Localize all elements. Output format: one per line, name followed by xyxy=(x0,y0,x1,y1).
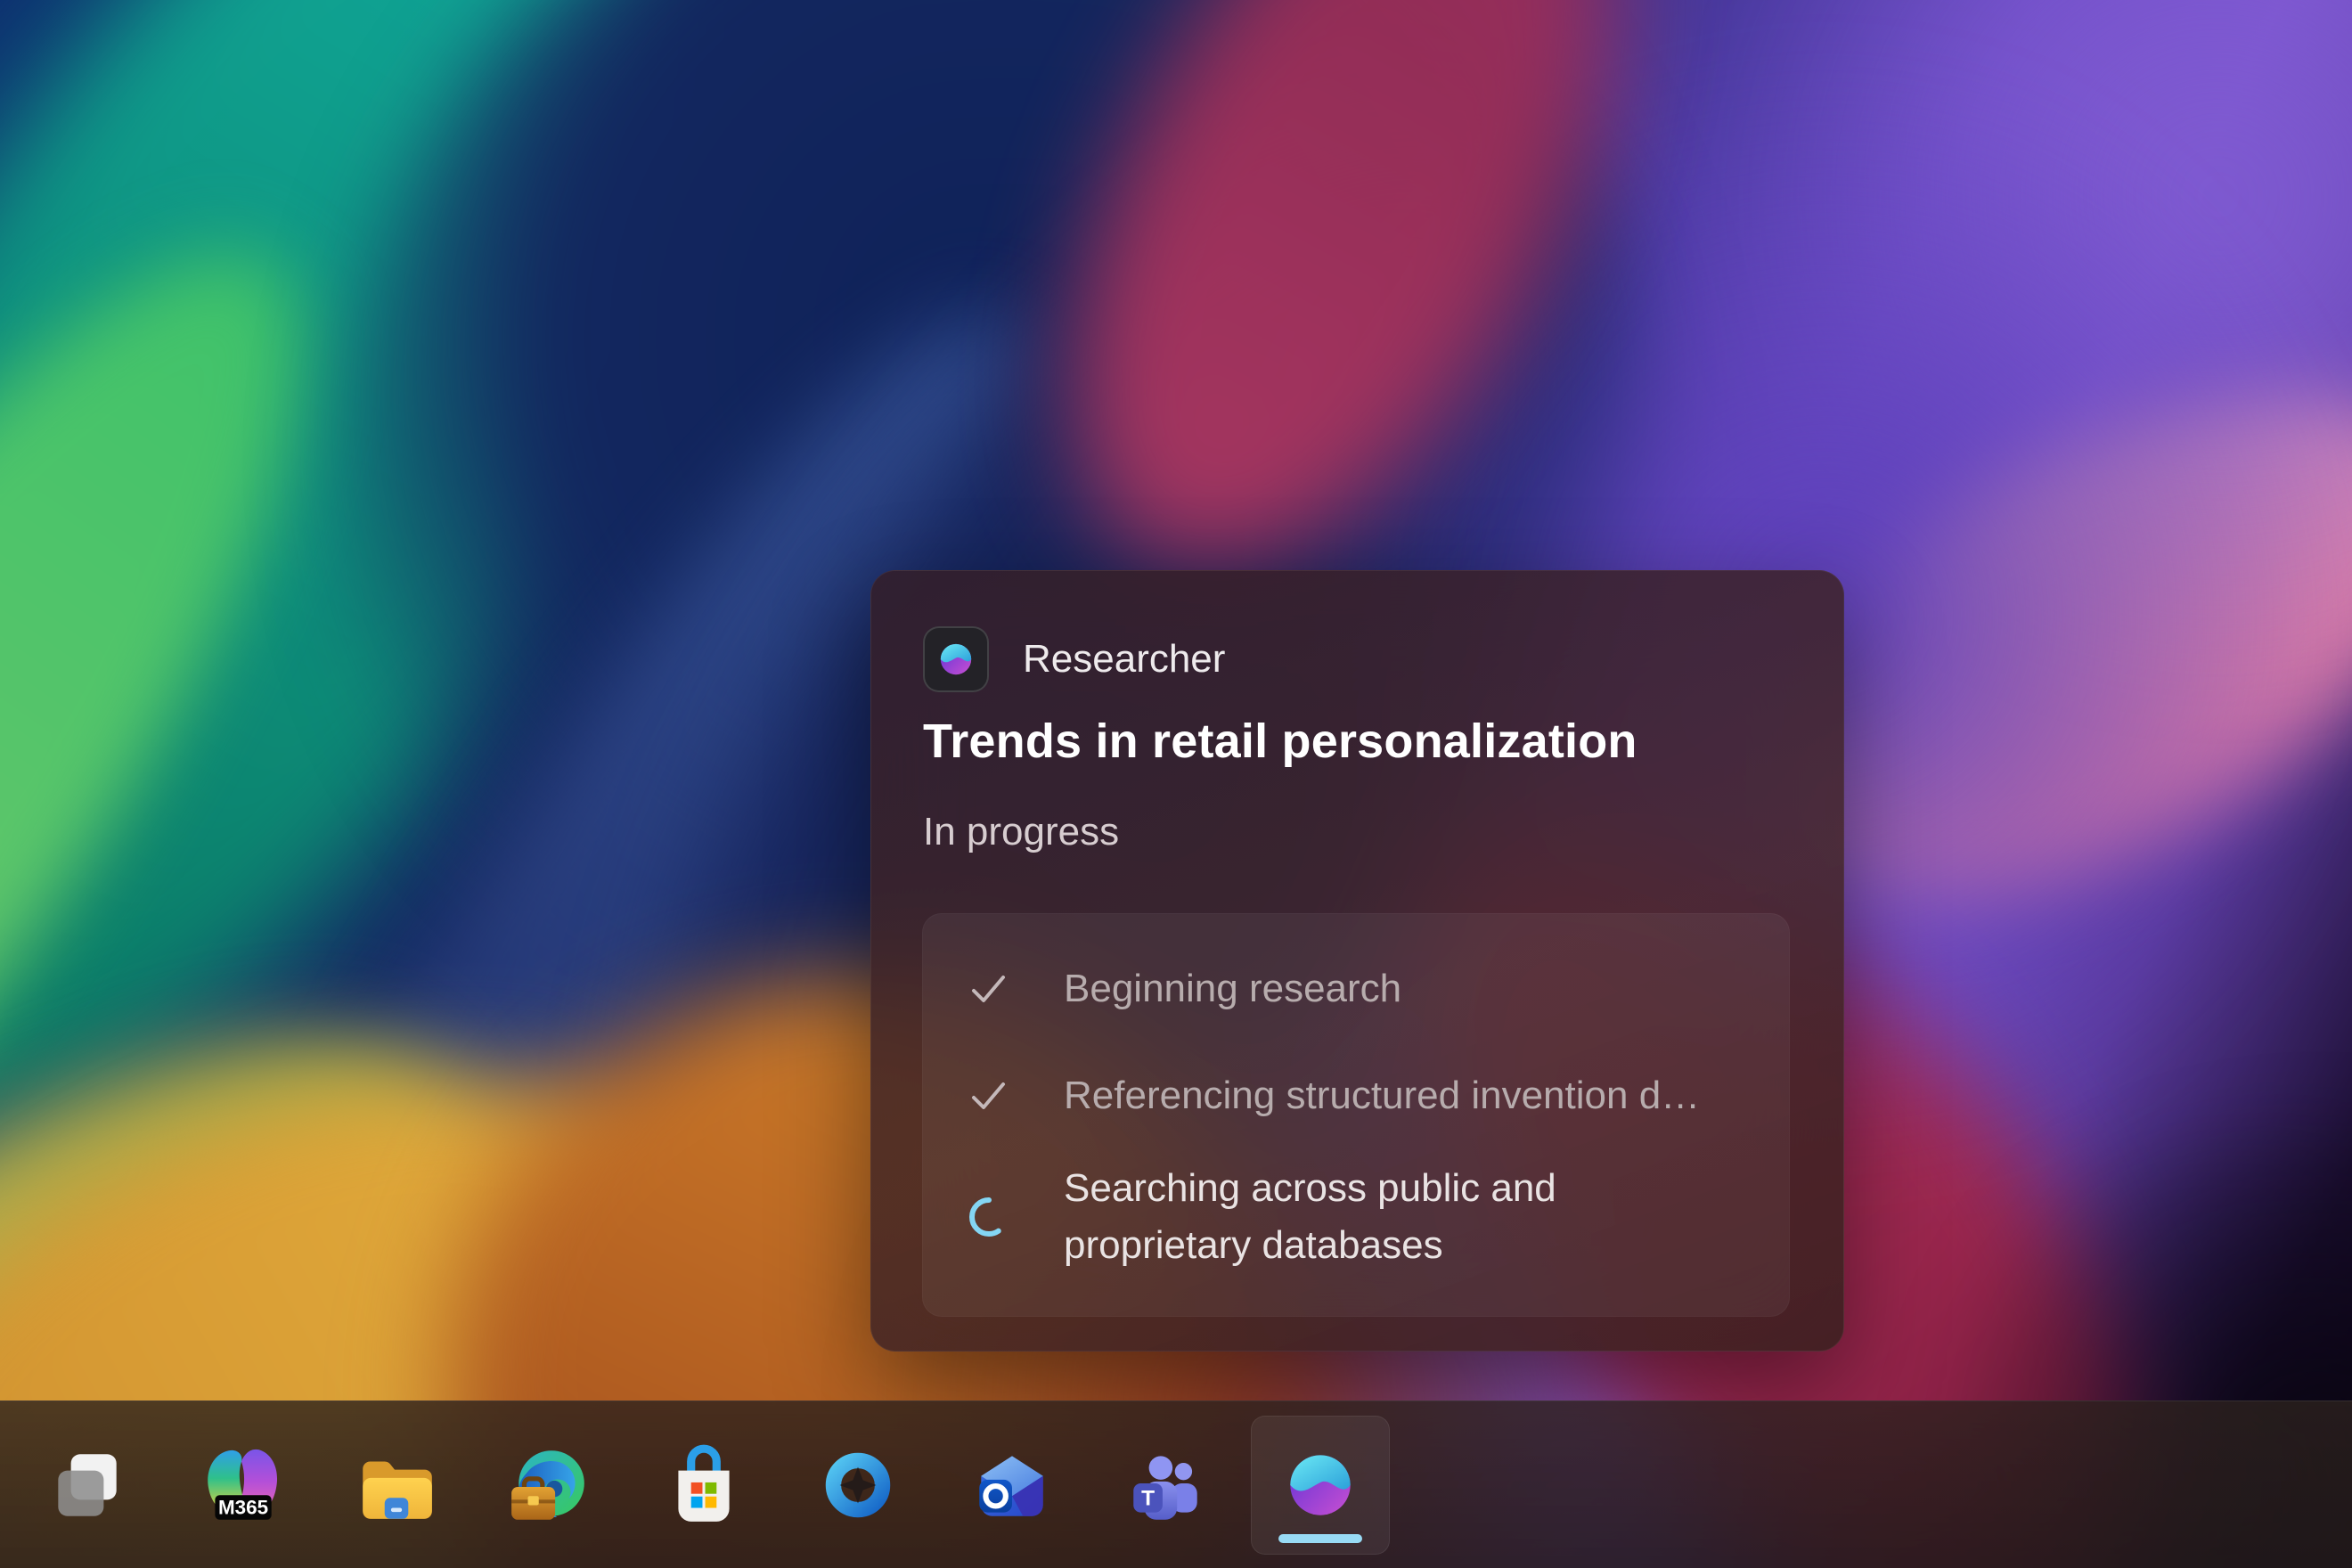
taskbar-edge-button[interactable] xyxy=(480,1416,619,1555)
progress-steps-panel: Beginning research Referencing structure… xyxy=(922,913,1790,1317)
researcher-app-icon xyxy=(923,626,989,692)
taskbar-researcher-button[interactable] xyxy=(1251,1416,1390,1555)
step-label: Referencing structured invention d… xyxy=(1064,1067,1700,1124)
taskbar-microsoft-store-button[interactable] xyxy=(634,1416,773,1555)
active-app-indicator xyxy=(1278,1534,1362,1543)
step-row: Searching across public and proprietary … xyxy=(966,1156,1750,1278)
check-icon xyxy=(966,1073,1012,1119)
m365-badge-label: M365 xyxy=(218,1496,268,1518)
card-status: In progress xyxy=(923,810,1119,854)
teams-badge-label: T xyxy=(1141,1486,1155,1510)
check-icon xyxy=(966,966,1012,1012)
researcher-icon xyxy=(1277,1441,1364,1529)
step-label: Beginning research xyxy=(1064,960,1401,1017)
taskbar-teams-button[interactable]: T xyxy=(1097,1416,1236,1555)
copilot-agents-icon xyxy=(814,1441,902,1529)
taskbar-task-view-button[interactable] xyxy=(18,1416,157,1555)
teams-icon: T xyxy=(1123,1441,1210,1529)
taskbar-file-explorer-button[interactable] xyxy=(326,1416,465,1555)
taskbar: M365 xyxy=(0,1401,2352,1568)
researcher-notification-card[interactable]: Researcher Trends in retail personalizat… xyxy=(870,570,1844,1352)
step-row: Beginning research xyxy=(966,960,1750,1017)
edge-icon xyxy=(506,1441,593,1529)
card-header: Researcher xyxy=(923,626,1225,692)
progress-spinner-icon xyxy=(966,1194,1012,1240)
researcher-logo-icon xyxy=(934,637,978,682)
task-view-icon xyxy=(44,1441,131,1529)
taskbar-copilot-agents-button[interactable] xyxy=(788,1416,927,1555)
m365-copilot-icon: M365 xyxy=(198,1441,285,1529)
outlook-icon xyxy=(968,1441,1056,1529)
step-label: Searching across public and proprietary … xyxy=(1064,1160,1687,1274)
card-title: Trends in retail personalization xyxy=(923,712,1637,771)
taskbar-outlook-button[interactable] xyxy=(943,1416,1082,1555)
app-name: Researcher xyxy=(1023,637,1225,682)
microsoft-store-icon xyxy=(660,1441,747,1529)
file-explorer-icon xyxy=(352,1441,439,1529)
taskbar-m365-copilot-button[interactable]: M365 xyxy=(172,1416,311,1555)
step-row: Referencing structured invention d… xyxy=(966,1067,1750,1124)
